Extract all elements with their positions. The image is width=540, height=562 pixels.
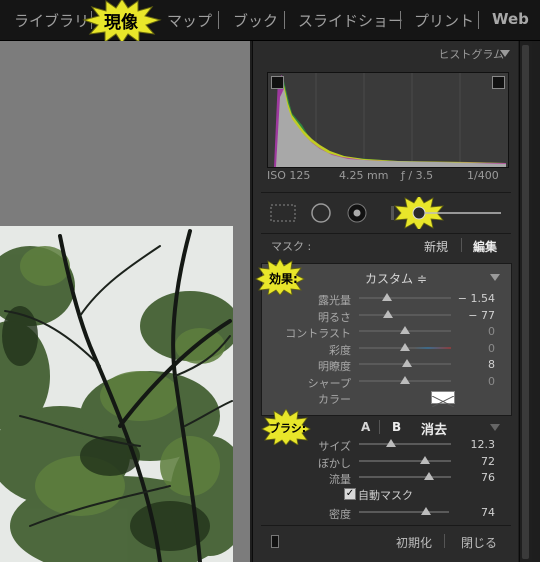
brush-collapse-icon[interactable]: [490, 424, 500, 431]
effect-row-value[interactable]: − 77: [451, 309, 495, 322]
brush-slider-track[interactable]: [359, 476, 451, 478]
brush-row-value[interactable]: 12.3: [451, 438, 496, 451]
brush-tab-separator: [379, 420, 380, 434]
photo-canvas[interactable]: [0, 41, 250, 562]
density-value[interactable]: 74: [463, 506, 495, 519]
effect-slider-thumb[interactable]: [383, 310, 393, 318]
effect-row-label: コントラスト: [285, 327, 351, 340]
close-button[interactable]: 閉じる: [461, 534, 497, 551]
module-web[interactable]: Web: [492, 10, 529, 28]
module-slideshow[interactable]: スライドショー: [298, 10, 403, 31]
effect-slider-thumb[interactable]: [400, 343, 410, 351]
brush-slider-thumb[interactable]: [424, 472, 434, 480]
brush-erase-button[interactable]: 消去: [421, 419, 447, 438]
histogram-aperture: ƒ / 3.5: [401, 169, 434, 182]
module-separator: [400, 11, 401, 29]
brush-row-label: サイズ: [318, 440, 351, 453]
automask-checkbox[interactable]: ✓: [344, 488, 356, 500]
effect-slider-track[interactable]: [359, 297, 451, 299]
panel-scroll-thumb[interactable]: [522, 45, 529, 559]
density-label: 密度: [329, 508, 351, 521]
highlight-clipping-icon[interactable]: [492, 76, 505, 89]
footer-separator: [444, 534, 445, 548]
histogram-focal-length: 4.25 mm: [339, 169, 389, 182]
tool-strip: [261, 194, 511, 232]
brush-tab-b[interactable]: B: [392, 420, 401, 434]
tool-strip-icons: [270, 194, 501, 232]
panel-divider: [261, 525, 511, 526]
panel-divider: [261, 192, 511, 193]
brush-slider-thumb[interactable]: [386, 439, 396, 447]
brush-row-label: ぼかし: [318, 457, 351, 470]
module-map[interactable]: マップ: [167, 10, 212, 31]
effect-row-label: シャープ: [307, 377, 351, 390]
brush-row-label: 流量: [329, 473, 351, 486]
density-slider-track[interactable]: [359, 511, 449, 513]
effect-row-label: 彩度: [329, 344, 351, 357]
effect-row-label: 明瞭度: [318, 360, 351, 373]
histogram-chart[interactable]: [267, 72, 509, 168]
brush-slider-track[interactable]: [359, 460, 451, 462]
brush-tab-a[interactable]: A: [361, 420, 370, 434]
module-develop[interactable]: 現像: [104, 8, 138, 33]
effect-label: 効果:: [269, 272, 298, 286]
brush-row-value[interactable]: 76: [451, 471, 495, 484]
effect-slider-track[interactable]: [359, 314, 451, 316]
module-print[interactable]: プリント: [414, 10, 474, 31]
mask-new-button[interactable]: 新規: [424, 238, 448, 255]
panel-divider: [261, 233, 511, 234]
module-book[interactable]: ブック: [233, 10, 278, 31]
shadow-clipping-icon[interactable]: [271, 76, 284, 89]
develop-right-panel: ヒストグラム ISO 125 4.25 mm ƒ / 3.5 1/400 マスク…: [252, 41, 518, 562]
histogram-title[interactable]: ヒストグラム: [438, 46, 504, 62]
effect-row-label: 露光量: [318, 294, 351, 307]
module-separator: [284, 11, 285, 29]
brush-slider-thumb[interactable]: [420, 456, 430, 464]
brush-label: ブラシ:: [269, 422, 307, 435]
brush-slider-track[interactable]: [359, 443, 451, 445]
effect-row-value[interactable]: − 1.54: [451, 292, 495, 305]
panel-scrollbar[interactable]: [519, 41, 532, 562]
reset-button[interactable]: 初期化: [396, 534, 432, 551]
module-separator: [478, 11, 479, 29]
panel-switch-icon[interactable]: [271, 535, 279, 548]
effect-row-value[interactable]: 8: [451, 358, 495, 371]
effect-row-label: 明るさ: [318, 311, 351, 324]
brush-row-value[interactable]: 72: [451, 455, 495, 468]
no-color-icon: [431, 395, 455, 408]
automask-label[interactable]: 自動マスク: [358, 487, 413, 503]
effect-row-value[interactable]: 0: [451, 325, 495, 338]
effect-slider-thumb[interactable]: [400, 376, 410, 384]
histogram-iso: ISO 125: [267, 169, 311, 182]
module-bar: ライブラリ 現像 マップ ブック スライドショー プリント Web: [0, 0, 540, 44]
module-library[interactable]: ライブラリ: [14, 10, 89, 31]
mask-separator: [461, 238, 462, 252]
effect-collapse-icon[interactable]: [490, 274, 500, 281]
effect-preset-select[interactable]: カスタム ≑: [365, 270, 427, 287]
mask-label: マスク :: [271, 240, 312, 253]
panel-collapse-icon[interactable]: [500, 50, 510, 57]
tree-photo: [0, 226, 233, 562]
effect-color-label: カラー: [318, 393, 351, 406]
histogram-shutter: 1/400: [467, 169, 499, 182]
photo-preview[interactable]: [0, 226, 233, 562]
histogram-graph: [268, 73, 508, 167]
mask-edit-button[interactable]: 編集: [473, 238, 497, 255]
effect-slider-thumb[interactable]: [400, 326, 410, 334]
density-slider-thumb[interactable]: [421, 507, 431, 515]
effect-slider-thumb[interactable]: [402, 359, 412, 367]
effect-slider-thumb[interactable]: [382, 293, 392, 301]
effect-row-value[interactable]: 0: [451, 342, 495, 355]
effect-row-value[interactable]: 0: [451, 375, 495, 388]
module-separator: [218, 11, 219, 29]
effect-color-swatch[interactable]: [431, 391, 455, 408]
